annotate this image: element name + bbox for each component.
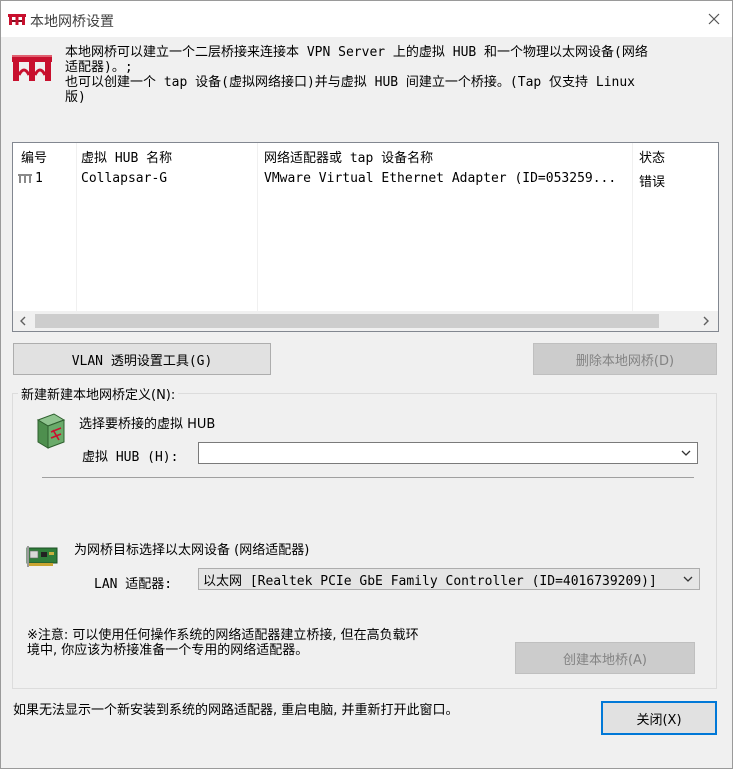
- column-separator: [632, 143, 633, 311]
- row-adapter-name: VMware Virtual Ethernet Adapter (ID=0532…: [264, 171, 617, 186]
- scroll-left-icon[interactable]: [19, 316, 27, 326]
- row-hub-name: Collapsar-G: [81, 171, 168, 186]
- column-separator: [257, 143, 258, 311]
- row-id: 1: [35, 171, 43, 186]
- hub-section-title: 选择要桥接的虚拟 HUB: [79, 417, 216, 432]
- lan-adapter-label: LAN 适配器:: [94, 577, 173, 592]
- row-status: 错误: [639, 175, 666, 190]
- bridge-icon: [8, 14, 26, 25]
- bridge-row-icon: [18, 174, 32, 183]
- scroll-right-icon[interactable]: [702, 316, 710, 326]
- description-line: 适配器)。;: [65, 60, 133, 75]
- adapter-hint-text: 如果无法显示一个新安装到系统的网路适配器, 重启电脑, 并重新打开此窗口。: [13, 703, 459, 718]
- hub-icon: [36, 413, 66, 449]
- bridge-list[interactable]: 编号 虚拟 HUB 名称 网络适配器或 tap 设备名称 状态 1 Collap…: [12, 142, 719, 332]
- create-bridge-button[interactable]: 创建本地桥(A): [515, 642, 695, 674]
- scrollbar-thumb[interactable]: [35, 314, 659, 328]
- group-legend: 新建新建本地网桥定义(N):: [18, 384, 179, 403]
- nic-icon: [26, 546, 58, 567]
- column-header-status[interactable]: 状态: [639, 147, 665, 166]
- lan-adapter-select[interactable]: 以太网 [Realtek PCIe GbE Family Controller …: [198, 568, 700, 590]
- close-icon: [708, 13, 719, 25]
- chevron-down-icon: [681, 450, 691, 456]
- hub-select[interactable]: [198, 442, 698, 464]
- close-window-button[interactable]: [695, 1, 732, 37]
- column-separator: [76, 143, 77, 311]
- close-button[interactable]: 关闭(X): [601, 701, 717, 735]
- delete-bridge-button[interactable]: 删除本地网桥(D): [533, 343, 717, 375]
- note-line: ※注意: 可以使用任何操作系统的网络适配器建立桥接, 但在高负载环: [27, 628, 419, 643]
- column-header-hub[interactable]: 虚拟 HUB 名称: [81, 147, 172, 166]
- dialog-window: 本地网桥设置 本地网桥可以建立一个二层桥接来连接本 VPN Server 上的虚…: [0, 0, 733, 769]
- bridge-note: ※注意: 可以使用任何操作系统的网络适配器建立桥接, 但在高负载环 境中, 你应…: [27, 628, 419, 658]
- title-bar: 本地网桥设置: [1, 1, 732, 37]
- description-line: 本地网桥可以建立一个二层桥接来连接本 VPN Server 上的虚拟 HUB 和…: [65, 45, 648, 60]
- note-line: 境中, 你应该为桥接准备一个专用的网络适配器。: [27, 643, 309, 658]
- window-title: 本地网桥设置: [30, 14, 114, 30]
- description-line: 版): [65, 90, 86, 105]
- hub-label: 虚拟 HUB (H):: [82, 450, 179, 465]
- column-header-id[interactable]: 编号: [21, 147, 47, 166]
- nic-section-title: 为网桥目标选择以太网设备 (网络适配器): [74, 543, 310, 558]
- description-text: 本地网桥可以建立一个二层桥接来连接本 VPN Server 上的虚拟 HUB 和…: [65, 45, 725, 105]
- description-line: 也可以创建一个 tap 设备(虚拟网络接口)并与虚拟 HUB 间建立一个桥接。(…: [65, 75, 636, 90]
- lan-adapter-value: 以太网 [Realtek PCIe GbE Family Controller …: [203, 573, 657, 589]
- section-divider: [42, 477, 694, 478]
- column-header-adapter[interactable]: 网络适配器或 tap 设备名称: [264, 147, 433, 166]
- horizontal-scrollbar[interactable]: [13, 311, 718, 331]
- chevron-down-icon: [683, 576, 693, 582]
- vlan-tool-button[interactable]: VLAN 透明设置工具(G): [13, 343, 271, 375]
- bridge-icon: [12, 55, 52, 81]
